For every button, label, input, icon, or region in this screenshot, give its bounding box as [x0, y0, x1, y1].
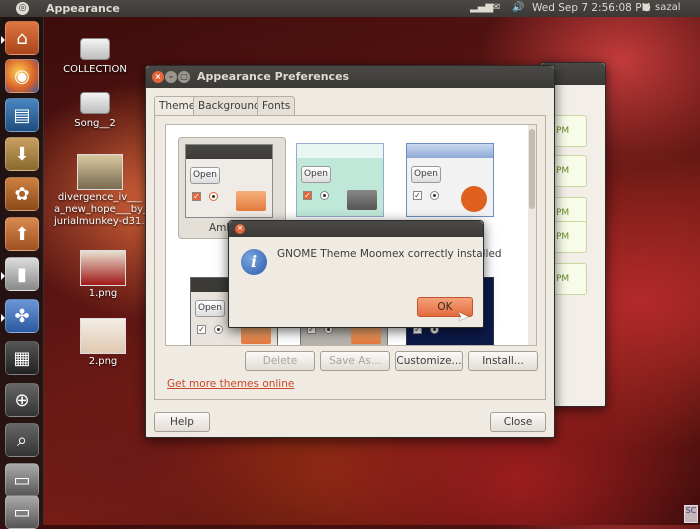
tab-bar: Theme Background Fonts	[154, 96, 546, 116]
checkbox-icon: ✓	[303, 191, 312, 200]
desktop-icon-label: Song__2	[74, 118, 116, 129]
dialog-titlebar[interactable]: ×	[229, 221, 483, 237]
radio-icon	[214, 325, 223, 334]
help-button[interactable]: Help	[154, 412, 210, 432]
minimize-icon[interactable]: –	[165, 71, 177, 83]
drive-icon	[80, 92, 110, 114]
network-icon[interactable]: ▂▄▆	[470, 2, 493, 13]
close-button[interactable]: Close	[490, 412, 546, 432]
user-name[interactable]: sazal	[655, 2, 681, 13]
workspace-icon[interactable]: ▦	[5, 341, 39, 375]
desktop-icon-label: COLLECTION	[63, 64, 127, 75]
install-button[interactable]: Install...	[468, 351, 538, 371]
document-icon[interactable]: ▤	[5, 98, 39, 132]
checkbox-icon: ✓	[197, 325, 206, 334]
time-cell: PM	[551, 263, 587, 295]
get-more-themes-link[interactable]: Get more themes online	[167, 378, 294, 390]
tab-fonts[interactable]: Fonts	[257, 96, 296, 115]
checkbox-icon: ✓	[413, 191, 422, 200]
close-icon[interactable]: ×	[235, 224, 245, 234]
radio-icon	[430, 191, 439, 200]
terminal-icon[interactable]: ▮	[1, 257, 39, 291]
drive-icon[interactable]: ▭	[5, 495, 39, 529]
checkbox-icon: ✓	[192, 192, 201, 201]
radio-icon	[209, 192, 218, 201]
save-as-button[interactable]: Save As...	[320, 351, 390, 371]
tab-background[interactable]: Background	[193, 96, 266, 115]
mini-titlebar	[297, 144, 383, 158]
desktop-icon-1png[interactable]: 1.png	[78, 250, 128, 299]
desktop-icon-song[interactable]: Song__2	[58, 92, 132, 129]
mini-open-button: Open	[301, 166, 331, 183]
radio-icon	[320, 191, 329, 200]
software-center-icon[interactable]: ✿	[5, 177, 39, 211]
window-title: Appearance Preferences	[197, 70, 350, 83]
top-panel: ◎ Appearance ▂▄▆ ✉ 🔊 Wed Sep 7 2:56:08 P…	[0, 0, 700, 17]
launcher: ⌂ ◉ ▤ ⬇ ✿ ⬆ ▮ ✤ ▦ ⊕ ⌕ ▭ ▭	[0, 17, 44, 529]
dialog-message: GNOME Theme Moomex correctly installed	[277, 248, 502, 260]
folder-icon	[236, 191, 266, 211]
drive-icon	[80, 38, 110, 60]
download-icon[interactable]: ⬇	[5, 137, 39, 171]
image-thumbnail-icon	[80, 318, 126, 354]
search-icon[interactable]: ⌕	[5, 423, 39, 457]
firefox-icon[interactable]: ◉	[5, 59, 39, 93]
mouse-cursor-icon: ➤	[457, 309, 469, 325]
volume-icon[interactable]: 🔊	[512, 2, 524, 13]
desktop-icon-label: 1.png	[88, 288, 118, 299]
desktop-icon-label: 2.png	[88, 356, 118, 367]
info-icon: i	[241, 249, 267, 275]
scrollbar[interactable]	[528, 125, 536, 345]
window-titlebar[interactable]: × – □ Appearance Preferences	[146, 66, 554, 88]
active-app-title: Appearance	[46, 2, 120, 15]
ubuntu-logo-icon[interactable]: ◎	[16, 2, 29, 15]
mini-open-button: Open	[190, 167, 220, 184]
install-dialog[interactable]: × i GNOME Theme Moomex correctly install…	[228, 220, 502, 328]
upload-icon[interactable]: ⬆	[5, 217, 39, 251]
close-icon[interactable]: ×	[152, 71, 164, 83]
time-cell: PM	[551, 115, 587, 147]
mail-icon[interactable]: ✉	[492, 2, 500, 13]
delete-button[interactable]: Delete	[245, 351, 315, 371]
ubuntu-logo-icon	[461, 186, 487, 212]
desktop-icon-label: divergence_iv___ a_new_hope___by_ jurial…	[54, 192, 149, 227]
customize-button[interactable]: Customize...	[395, 351, 463, 371]
image-thumbnail-icon	[77, 154, 123, 190]
user-icon[interactable]: ●	[642, 2, 651, 13]
zoom-in-icon[interactable]: ⊕	[5, 383, 39, 417]
time-cell: PM	[551, 155, 587, 187]
time-cell: PM	[551, 221, 587, 253]
mini-titlebar	[186, 145, 272, 159]
mini-titlebar	[407, 144, 493, 158]
desktop-icon-wallpaper[interactable]: divergence_iv___ a_new_hope___by_ jurial…	[54, 154, 149, 228]
drive-icon[interactable]: ▭	[5, 463, 39, 497]
maximize-icon[interactable]: □	[178, 71, 190, 83]
home-folder-icon[interactable]: ⌂	[1, 21, 39, 55]
feet-icon[interactable]: ✤	[1, 299, 39, 333]
mini-open-button: Open	[195, 300, 225, 317]
watermark-logo-icon: SC	[684, 505, 698, 523]
scrollbar-thumb[interactable]	[529, 129, 535, 209]
clock[interactable]: Wed Sep 7 2:56:08 PM	[532, 2, 651, 14]
mini-open-button: Open	[411, 166, 441, 183]
image-thumbnail-icon	[80, 250, 126, 286]
desktop-icon-2png[interactable]: 2.png	[78, 318, 128, 367]
desktop-icon-collection[interactable]: COLLECTION	[58, 38, 132, 75]
folder-icon	[347, 190, 377, 210]
